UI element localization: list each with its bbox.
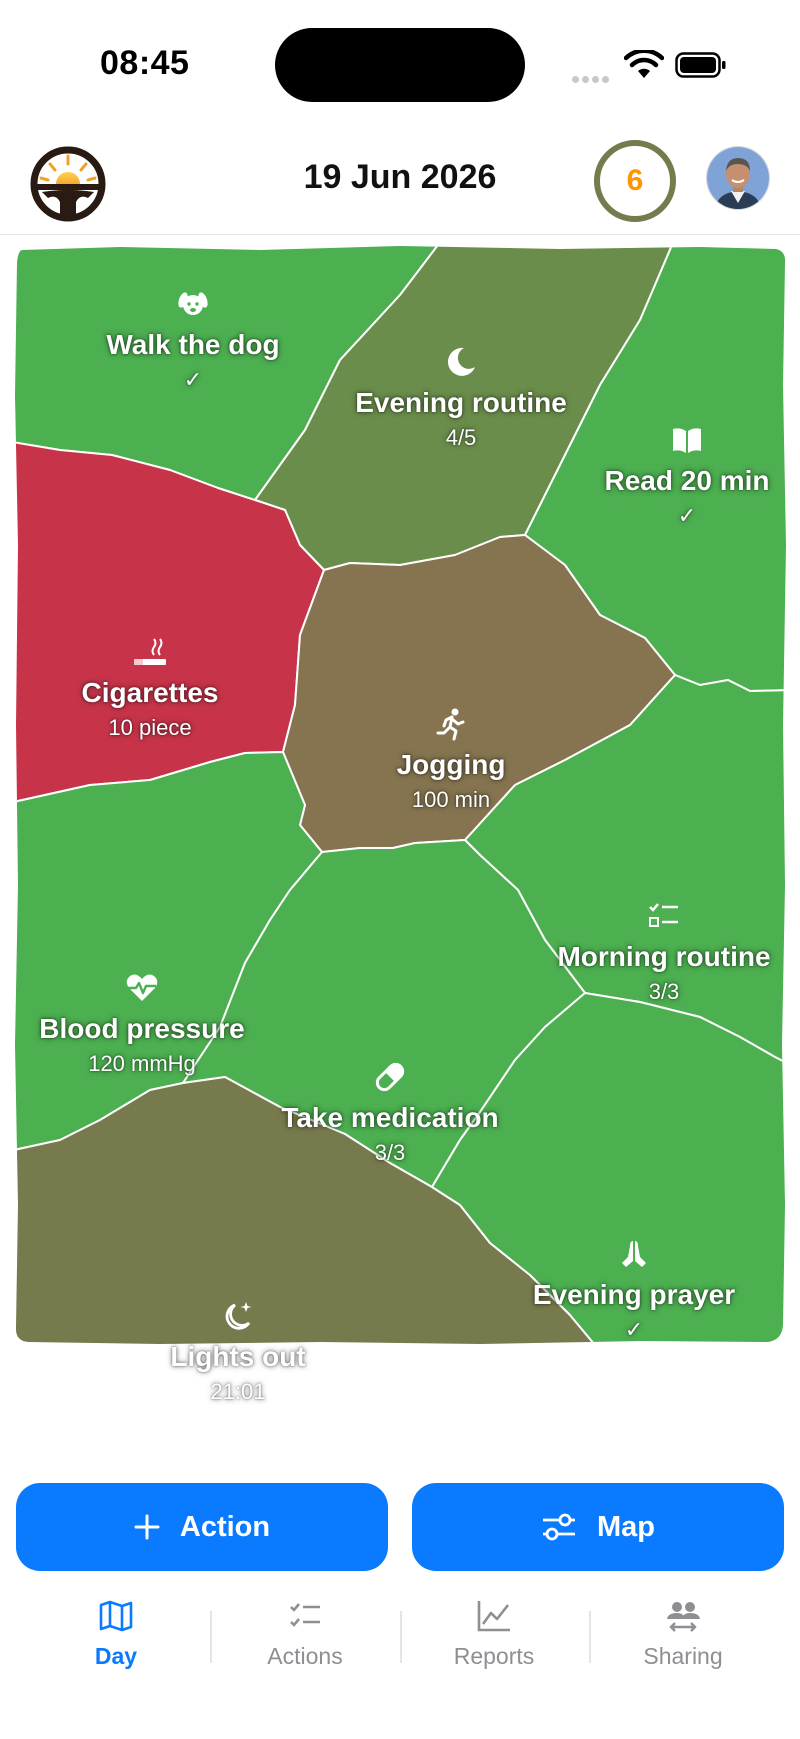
cell-value: ✓: [624, 1317, 644, 1342]
add-action-label: Action: [179, 1510, 271, 1543]
checklist-icon: [290, 1603, 320, 1627]
status-time: 08:45: [100, 44, 190, 82]
people-icon: [667, 1602, 700, 1632]
current-date[interactable]: 19 Jun 2026: [0, 158, 800, 197]
cell-title: Read 20 min: [604, 465, 770, 496]
tab-day[interactable]: Day: [22, 1599, 210, 1670]
label-medication: Take medication 3/3: [230, 1060, 550, 1170]
cell-value: 3/3: [648, 979, 680, 1004]
cigarette-icon: [134, 638, 166, 665]
streak-counter[interactable]: 6: [594, 140, 676, 222]
cell-value: 3/3: [374, 1140, 406, 1165]
cell-title: Lights out: [170, 1341, 306, 1372]
label-read: Read 20 min ✓: [527, 423, 800, 533]
label-lights-out: Lights out 21:01: [78, 1299, 398, 1409]
tab-sharing-label: Sharing: [643, 1643, 723, 1669]
cell-value: 21:01: [210, 1379, 266, 1404]
book-icon: [673, 428, 701, 453]
tab-actions[interactable]: Actions: [211, 1599, 399, 1670]
chart-icon: [477, 1601, 510, 1632]
moon-stars-icon: [225, 1302, 252, 1330]
sliders-icon: [543, 1513, 575, 1541]
add-action-button[interactable]: Action: [16, 1483, 388, 1571]
tab-sharing[interactable]: Sharing: [589, 1599, 777, 1670]
tab-reports-label: Reports: [453, 1643, 535, 1669]
tab-reports[interactable]: Reports: [400, 1599, 588, 1670]
runner-icon: [436, 708, 465, 741]
cell-title: Take medication: [281, 1102, 499, 1133]
cell-value: ✓: [677, 503, 697, 528]
tab-actions-label: Actions: [267, 1643, 343, 1669]
map-icon: [99, 1600, 133, 1632]
cell-value: 100 min: [411, 787, 491, 812]
habit-map: Walk the dog ✓ Evening routine 4/5 Read …: [0, 245, 800, 1450]
cell-title: Evening prayer: [532, 1279, 736, 1310]
pill-icon: [375, 1062, 405, 1092]
cell-title: Evening routine: [355, 387, 567, 418]
tab-day-label: Day: [94, 1643, 138, 1669]
cell-title: Morning routine: [557, 941, 771, 972]
map-settings-label: Map: [597, 1510, 655, 1543]
plus-icon: [134, 1514, 160, 1540]
checklist-icon: [649, 903, 678, 927]
label-jogging: Jogging 100 min: [291, 707, 611, 817]
heart-pulse-icon: [126, 974, 158, 1001]
moon-icon: [447, 347, 475, 376]
label-morning-routine: Morning routine 3/3: [504, 899, 800, 1009]
battery-icon: [675, 52, 726, 78]
praying-hands-icon: [622, 1241, 646, 1267]
label-evening-prayer: Evening prayer ✓: [474, 1237, 794, 1347]
cell-title: Cigarettes: [81, 677, 219, 708]
tab-bar: Day Actions Reports Sharing: [0, 1585, 800, 1739]
dynamic-island: [275, 28, 525, 102]
cell-title: Jogging: [396, 749, 506, 780]
map-settings-button[interactable]: Map: [412, 1483, 784, 1571]
user-avatar[interactable]: [706, 146, 770, 210]
wifi-icon: [624, 50, 664, 78]
label-cigarettes: Cigarettes 10 piece: [0, 635, 310, 745]
app-header: 19 Jun 2026 6: [0, 130, 800, 235]
signal-icon: [572, 70, 612, 88]
streak-count: 6: [626, 164, 644, 197]
dog-icon: [178, 292, 208, 315]
cell-title: Blood pressure: [39, 1013, 245, 1044]
cell-value: 10 piece: [108, 715, 192, 740]
status-bar: 08:45: [0, 0, 800, 120]
